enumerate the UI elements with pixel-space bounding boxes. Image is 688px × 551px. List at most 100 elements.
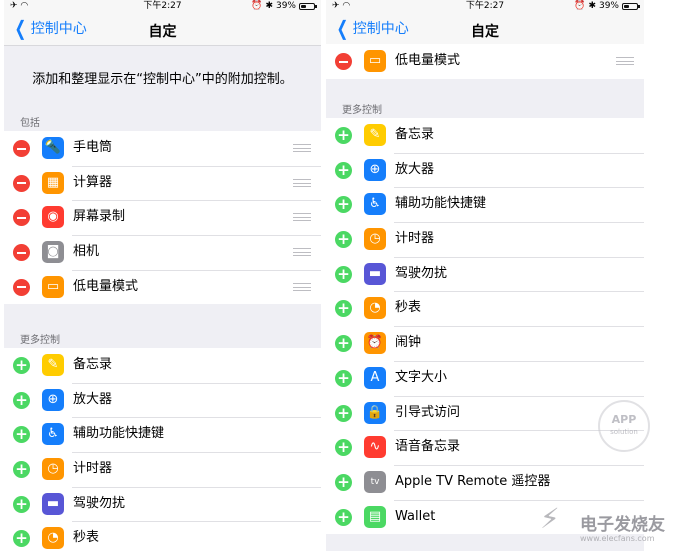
navigation-bar: ❮ 控制中心 自定 bbox=[326, 13, 644, 46]
car-icon: ▬ bbox=[364, 262, 386, 285]
control-label: 驾驶勿扰 bbox=[73, 495, 126, 511]
elecfans-watermark: ⚡ 电子发烧友 www.elecfans.com bbox=[540, 502, 665, 544]
voice-memo-icon: ∿ bbox=[364, 436, 386, 459]
included-control-row: 🔦 手电筒 bbox=[4, 131, 321, 166]
add-button[interactable]: + bbox=[335, 265, 352, 283]
remove-button[interactable] bbox=[13, 278, 30, 296]
more-control-row: + ◷ 计时器 bbox=[326, 222, 644, 257]
add-button[interactable]: + bbox=[335, 300, 352, 318]
add-button[interactable]: + bbox=[335, 231, 352, 249]
add-button[interactable]: + bbox=[335, 439, 352, 457]
remove-button[interactable] bbox=[335, 53, 352, 70]
more-control-row: + tv Apple TV Remote 遥控器 bbox=[326, 464, 644, 500]
more-controls-list: + ✎ 备忘录 + ⊕ 放大器 + ♿ 辅助功能快捷键 + ◷ 计时器 + ▬ 驾驶勿扰 + ◔ 秒表 bbox=[4, 348, 321, 551]
alarm-status-icon: ⏰ bbox=[251, 1, 263, 11]
add-button[interactable]: + bbox=[335, 508, 352, 526]
reorder-handle[interactable] bbox=[616, 57, 634, 65]
bluetooth-icon: ✱ bbox=[265, 1, 273, 11]
control-label: Apple TV Remote 遥控器 bbox=[395, 473, 551, 489]
accessibility-icon: ♿ bbox=[364, 193, 386, 216]
add-button[interactable]: + bbox=[13, 530, 30, 548]
reorder-handle[interactable] bbox=[293, 213, 311, 222]
section-header-more: 更多控制 bbox=[20, 335, 60, 346]
right-screen: ✈ ︎◠ 下午2:27 ⏰ ✱ 39% ❮ 控制中心 自定 ▭ 低电量模式 更多控… bbox=[326, 0, 644, 551]
apple-tv-icon: tv bbox=[364, 470, 386, 493]
guided-access-icon: 🔒 bbox=[364, 401, 386, 424]
add-button[interactable]: + bbox=[335, 161, 352, 179]
control-label: 计算器 bbox=[73, 174, 113, 190]
add-button[interactable]: + bbox=[13, 495, 30, 513]
magnifier-icon: ⊕ bbox=[364, 158, 386, 181]
add-button[interactable]: + bbox=[335, 335, 352, 353]
add-button[interactable]: + bbox=[335, 196, 352, 214]
control-label: 语音备忘录 bbox=[395, 439, 461, 455]
control-label: 屏幕录制 bbox=[73, 209, 126, 225]
more-control-row: + ✎ 备忘录 bbox=[4, 348, 321, 383]
notes-icon: ✎ bbox=[364, 124, 386, 146]
calculator-icon: ▦ bbox=[42, 171, 64, 194]
add-button[interactable]: + bbox=[13, 461, 30, 479]
screen-record-icon: ◉ bbox=[42, 206, 64, 229]
navigation-bar: ❮ 控制中心 自定 bbox=[4, 13, 321, 46]
more-control-row: + ◔ 秒表 bbox=[326, 291, 644, 326]
more-control-row: + ▬ 驾驶勿扰 bbox=[326, 256, 644, 292]
low-power-icon: ▭ bbox=[42, 275, 64, 298]
timer-icon: ◷ bbox=[42, 458, 64, 481]
add-button[interactable]: + bbox=[335, 369, 352, 387]
status-bar: ✈ ︎◠ 下午2:27 ⏰ ✱ 39% bbox=[4, 0, 321, 13]
timer-icon: ◷ bbox=[364, 228, 386, 251]
control-label: 备忘录 bbox=[73, 357, 113, 372]
reorder-handle[interactable] bbox=[293, 282, 311, 291]
control-label: 备忘录 bbox=[395, 127, 435, 142]
add-button[interactable]: + bbox=[13, 357, 30, 374]
control-label: 低电量模式 bbox=[395, 53, 461, 68]
app-solution-watermark: APP solution bbox=[598, 400, 650, 452]
elecfans-logo-icon: ⚡ bbox=[540, 502, 560, 535]
add-button[interactable]: + bbox=[13, 391, 30, 409]
magnifier-icon: ⊕ bbox=[42, 388, 64, 411]
battery-icon bbox=[622, 3, 640, 10]
remove-button[interactable] bbox=[13, 244, 30, 262]
control-label: 手电筒 bbox=[73, 140, 113, 155]
low-power-icon: ▭ bbox=[364, 50, 386, 72]
add-button[interactable]: + bbox=[335, 473, 352, 491]
wallet-icon: ▤ bbox=[364, 505, 386, 528]
control-label: Wallet bbox=[395, 508, 436, 524]
add-button[interactable]: + bbox=[335, 127, 352, 144]
camera-icon: ◙ bbox=[42, 241, 64, 264]
included-list: ▭ 低电量模式 bbox=[326, 44, 644, 79]
control-label: 秒表 bbox=[73, 530, 100, 546]
reorder-handle[interactable] bbox=[293, 248, 311, 257]
reorder-handle[interactable] bbox=[293, 144, 311, 152]
section-header-included: 包括 bbox=[20, 118, 40, 129]
add-button[interactable]: + bbox=[13, 426, 30, 444]
control-label: 闹钟 bbox=[395, 335, 422, 351]
remove-button[interactable] bbox=[13, 209, 30, 227]
left-screen: ✈ ︎◠ 下午2:27 ⏰ ✱ 39% ❮ 控制中心 自定 添加和整理显示在“控… bbox=[4, 0, 321, 551]
alarm-status-icon: ⏰ bbox=[574, 1, 586, 11]
section-header-more: 更多控制 bbox=[342, 105, 382, 116]
included-control-row: ▭ 低电量模式 bbox=[326, 44, 644, 79]
control-label: 低电量模式 bbox=[73, 278, 139, 294]
accessibility-icon: ♿ bbox=[42, 423, 64, 446]
stopwatch-icon: ◔ bbox=[42, 527, 64, 550]
more-control-row: + A 文字大小 bbox=[326, 360, 644, 396]
reorder-handle[interactable] bbox=[293, 178, 311, 187]
remove-button[interactable] bbox=[13, 174, 30, 192]
control-label: 驾驶勿扰 bbox=[395, 265, 448, 281]
page-title: 自定 bbox=[471, 24, 499, 40]
alarm-icon: ⏰ bbox=[364, 332, 386, 355]
remove-button[interactable] bbox=[13, 140, 30, 157]
more-control-row: + ♿ 辅助功能快捷键 bbox=[326, 187, 644, 222]
text-size-icon: A bbox=[364, 366, 386, 389]
control-label: 放大器 bbox=[395, 161, 435, 177]
page-title: 自定 bbox=[148, 24, 177, 40]
more-controls-list: + ✎ 备忘录 + ⊕ 放大器 + ♿ 辅助功能快捷键 + ◷ 计时器 + ▬ 驾驶勿扰 + ◔ 秒表 + ⏰ 闹钟 + A… bbox=[326, 118, 644, 535]
control-label: 计时器 bbox=[395, 231, 435, 247]
control-label: 辅助功能快捷键 bbox=[395, 196, 487, 212]
included-control-row: ◉ 屏幕录制 bbox=[4, 200, 321, 235]
add-button[interactable]: + bbox=[335, 404, 352, 422]
description-text: 添加和整理显示在“控制中心”中的附加控制。 bbox=[32, 72, 293, 87]
control-label: 引导式访问 bbox=[395, 404, 461, 420]
more-control-row: + ∿ 语音备忘录 bbox=[326, 430, 644, 465]
